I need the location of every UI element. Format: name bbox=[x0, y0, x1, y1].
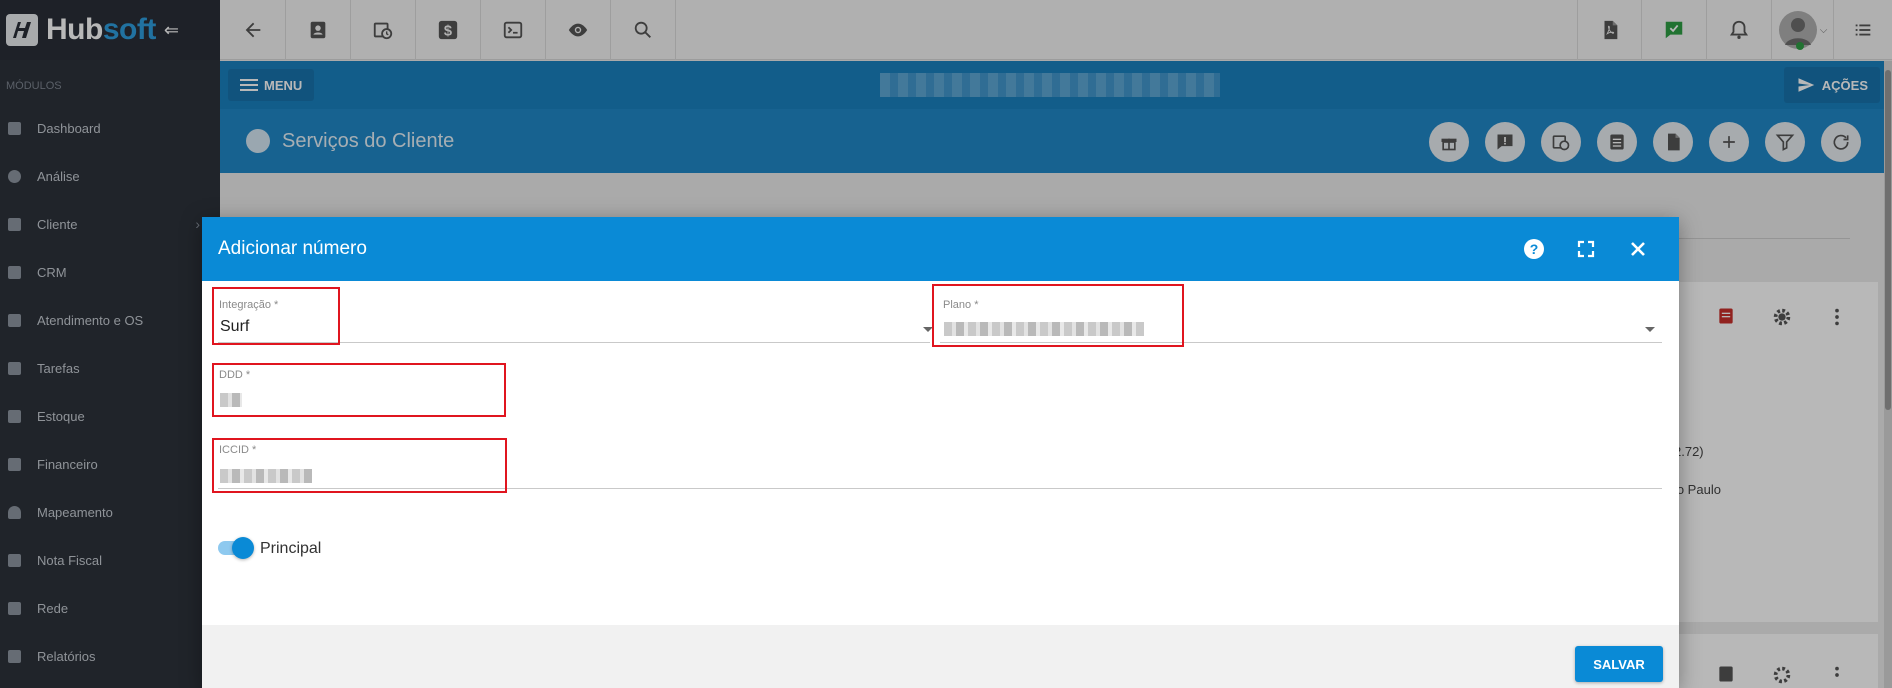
help-icon: ? bbox=[1524, 239, 1544, 259]
save-button[interactable]: SALVAR bbox=[1575, 646, 1663, 682]
fullscreen-icon bbox=[1577, 240, 1595, 258]
highlight-plano bbox=[932, 284, 1184, 347]
close-button[interactable] bbox=[1626, 237, 1650, 261]
principal-toggle-knob[interactable] bbox=[232, 537, 254, 559]
dialog-body: Integração * Surf Plano * DDD * ICCID * … bbox=[202, 281, 1679, 625]
dialog-header: Adicionar número ? bbox=[202, 217, 1679, 281]
highlight-integracao bbox=[212, 287, 340, 345]
chevron-down-icon[interactable] bbox=[1645, 327, 1655, 332]
principal-toggle-label: Principal bbox=[260, 540, 322, 557]
highlight-ddd bbox=[212, 363, 506, 417]
highlight-iccid bbox=[212, 438, 507, 493]
dialog-footer: SALVAR bbox=[202, 625, 1679, 688]
dialog-title: Adicionar número bbox=[218, 238, 367, 259]
add-number-dialog: Adicionar número ? Integração * Surf Pla… bbox=[202, 217, 1679, 688]
help-button[interactable]: ? bbox=[1522, 237, 1546, 261]
fullscreen-button[interactable] bbox=[1574, 237, 1598, 261]
svg-text:?: ? bbox=[1530, 241, 1539, 257]
close-icon bbox=[1631, 242, 1645, 256]
